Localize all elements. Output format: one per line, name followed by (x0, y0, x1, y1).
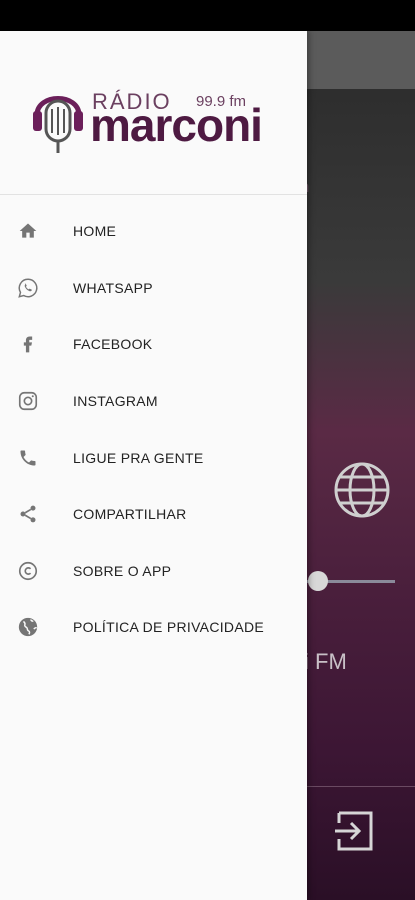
share-icon (16, 502, 40, 526)
menu-item-facebook[interactable]: FACEBOOK (0, 316, 307, 373)
menu-item-home[interactable]: HOME (0, 203, 307, 260)
home-icon (16, 219, 40, 243)
whatsapp-icon (16, 276, 40, 300)
phone-icon (16, 446, 40, 470)
navigation-drawer: RÁDIO 99.9 fm marconi HOME WHATSAPP FACE… (0, 31, 307, 900)
menu-item-share[interactable]: COMPARTILHAR (0, 486, 307, 543)
drawer-menu: HOME WHATSAPP FACEBOOK INSTAGRAM LIGUE P… (0, 203, 307, 656)
status-bar (0, 0, 415, 31)
menu-item-label: COMPARTILHAR (73, 506, 187, 523)
menu-item-privacy[interactable]: POLÍTICA DE PRIVACIDADE (0, 599, 307, 656)
menu-item-instagram[interactable]: INSTAGRAM (0, 373, 307, 430)
brand-name: marconi (90, 99, 263, 151)
volume-slider-thumb[interactable] (308, 571, 328, 591)
facebook-icon (16, 332, 40, 356)
menu-item-whatsapp[interactable]: WHATSAPP (0, 260, 307, 317)
menu-item-label: HOME (73, 223, 117, 240)
menu-item-label: FACEBOOK (73, 336, 153, 353)
globe-icon (16, 615, 40, 639)
copyright-icon (16, 559, 40, 583)
menu-item-label: WHATSAPP (73, 279, 153, 296)
menu-item-label: LIGUE PRA GENTE (73, 449, 204, 466)
drawer-header: RÁDIO 99.9 fm marconi (0, 31, 307, 195)
exit-icon[interactable] (333, 809, 377, 853)
menu-item-label: INSTAGRAM (73, 393, 158, 410)
menu-item-phone[interactable]: LIGUE PRA GENTE (0, 429, 307, 486)
menu-item-label: SOBRE O APP (73, 562, 172, 579)
microphone-headphones-logo-icon (33, 96, 83, 153)
instagram-icon (16, 389, 40, 413)
globe-icon[interactable] (333, 461, 391, 519)
menu-item-label: POLÍTICA DE PRIVACIDADE (73, 619, 265, 636)
station-name-fragment: i FM (304, 649, 347, 674)
menu-item-about[interactable]: SOBRE O APP (0, 543, 307, 600)
